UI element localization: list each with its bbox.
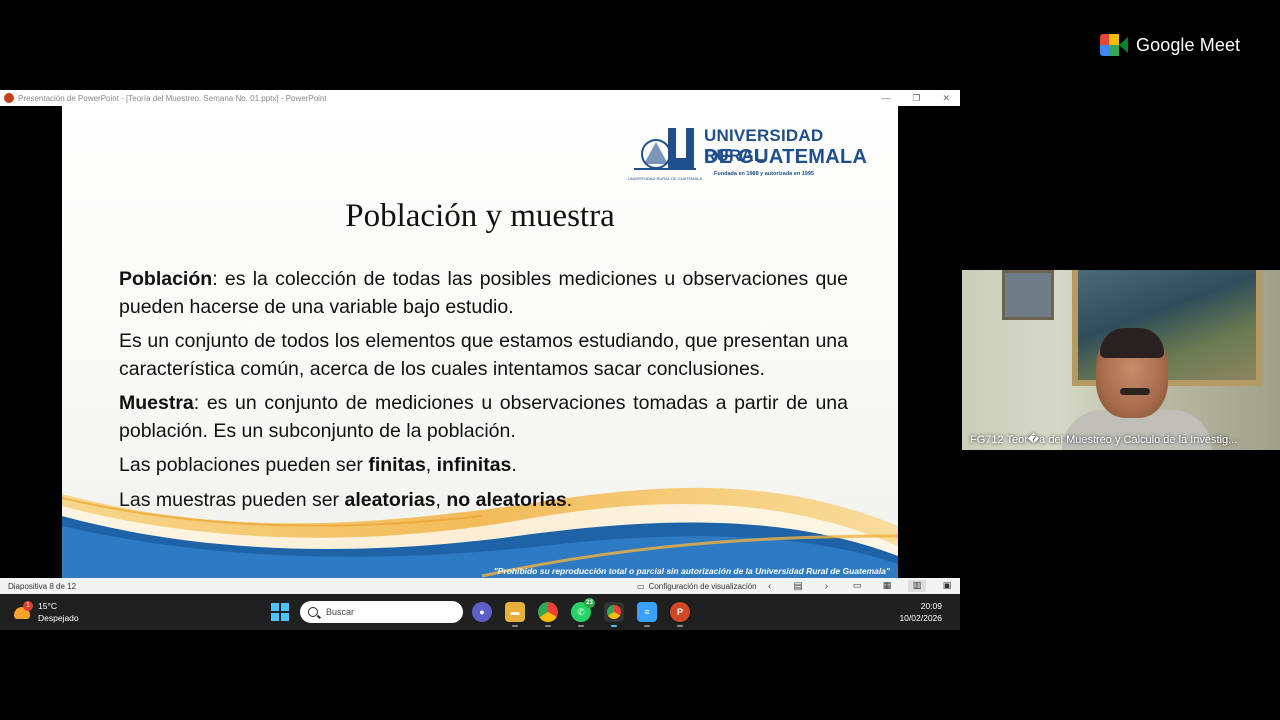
monitor-icon: ▭ [637, 581, 645, 591]
weather-condition: Despejado [38, 613, 79, 623]
google-meet-label: Google Meet [1136, 34, 1241, 55]
next-slide-icon[interactable]: › [825, 581, 828, 592]
wall-picture [1002, 270, 1054, 320]
notepad-icon[interactable]: ≡ [637, 602, 657, 627]
close-icon[interactable]: ✕ [942, 93, 950, 104]
term-no-aleatorias: no aleatorias [446, 488, 567, 511]
poblacion-definition: : es la colección de todas las posibles … [119, 268, 848, 318]
window-title: Presentación de PowerPoint - [Teoría del… [18, 93, 327, 103]
slide-counter: Diapositiva 8 de 12 [8, 581, 77, 591]
slide-area: UNIVERSIDAD RURAL DE GUATEMALA Fundada e… [0, 106, 960, 578]
paragraph-poblaciones-tipos: Las poblaciones pueden ser finitas, infi… [119, 452, 848, 480]
shared-screen: Presentación de PowerPoint - [Teoría del… [0, 90, 960, 630]
search-placeholder: Buscar [326, 607, 355, 617]
participant-tile[interactable]: FG712 Teor�a del Muestreo y Calculo de l… [962, 270, 1280, 450]
paragraph-muestras-tipos: Las muestras pueden ser aleatorias, no a… [119, 487, 848, 515]
participant-mustache [1120, 388, 1150, 395]
term-infinitas: infinitas [436, 454, 512, 476]
clock-date: 10/02/2026 [899, 613, 942, 623]
poblaciones-end: . [511, 454, 517, 476]
paragraph-conjunto: Es un conjunto de todos los elementos qu… [119, 330, 848, 380]
powerpoint-taskbar-icon[interactable]: P [670, 602, 690, 627]
muestras-end: . [566, 488, 573, 511]
slide: UNIVERSIDAD RURAL DE GUATEMALA Fundada e… [62, 106, 898, 578]
taskbar-clock[interactable]: 20:09 10/02/2026 [899, 600, 942, 624]
powerpoint-statusbar: Diapositiva 8 de 12 ▭ Configuración de v… [0, 578, 960, 594]
clock-time: 20:09 [920, 601, 942, 611]
chrome-icon[interactable] [538, 602, 558, 627]
file-explorer-icon[interactable]: ▬ [505, 602, 525, 627]
participant-name: FG712 Teor�a del Muestreo y Calculo de l… [970, 434, 1238, 446]
search-icon [308, 607, 318, 617]
term-poblacion: Población [119, 268, 213, 290]
paragraph-poblacion: Población: es la colección de todas las … [119, 266, 848, 321]
taskbar-search-box[interactable]: Buscar [300, 601, 463, 623]
muestra-definition: : es un conjunto de mediciones u observa… [119, 392, 848, 442]
slide-title: Población y muestra [345, 198, 615, 234]
muestras-sep: , [435, 488, 447, 511]
term-finitas: finitas [368, 454, 426, 476]
whatsapp-badge: 23 [584, 598, 595, 608]
start-button-icon[interactable] [271, 603, 289, 621]
muestras-prefix: Las muestras pueden ser [119, 488, 345, 511]
google-meet-logo-icon [1100, 34, 1128, 56]
display-settings-button[interactable]: ▭ Configuración de visualización [637, 582, 757, 591]
university-tagline: Fundada en 1988 y autorizada en 1995 [714, 171, 814, 177]
slide-sorter-icon[interactable]: ▦ [878, 580, 896, 592]
poblaciones-prefix: Las poblaciones pueden ser [119, 454, 369, 476]
powerpoint-titlebar: Presentación de PowerPoint - [Teoría del… [0, 90, 960, 106]
whatsapp-icon[interactable]: ✆ 23 [571, 598, 595, 627]
reading-view-icon[interactable]: ▥ [908, 580, 926, 592]
minimize-icon[interactable]: — [881, 93, 890, 103]
previous-slide-icon[interactable]: ‹ [768, 581, 771, 592]
slide-body: Población: es la colección de todas las … [119, 266, 848, 521]
powerpoint-icon [4, 93, 14, 103]
slide-menu-icon[interactable]: ▤ [793, 581, 802, 592]
weather-temperature: 15°C [38, 601, 57, 611]
screen: Google Meet Presentación de PowerPoint -… [0, 0, 1280, 720]
university-crest-icon [634, 128, 696, 170]
weather-sun-icon: 1 [14, 601, 33, 621]
university-logo: UNIVERSIDAD RURAL DE GUATEMALA Fundada e… [628, 124, 868, 181]
teams-app-icon[interactable]: ● [472, 602, 492, 622]
google-meet-brand: Google Meet [1100, 34, 1240, 56]
slide-footer-notice: "Prohibido su reproducción total o parci… [493, 566, 890, 576]
weather-badge: 1 [23, 601, 33, 611]
weather-widget[interactable]: 1 15°C Despejado [14, 600, 79, 624]
chrome-profile-icon[interactable] [604, 602, 624, 627]
normal-view-icon[interactable]: ▭ [848, 580, 866, 592]
poblaciones-sep: , [425, 454, 437, 476]
restore-icon[interactable]: ❐ [912, 93, 920, 104]
windows-taskbar: 1 15°C Despejado Buscar ● ▬ ✆ 23 ≡ P 20:0… [0, 594, 960, 630]
university-name-line2: DE GUATEMALA [704, 146, 868, 168]
slideshow-view-icon[interactable]: ▣ [938, 580, 956, 592]
term-aleatorias: aleatorias [344, 488, 436, 511]
term-muestra: Muestra [119, 392, 194, 414]
display-settings-label: Configuración de visualización [648, 581, 757, 591]
participant-hair [1100, 328, 1164, 358]
paragraph-muestra: Muestra: es un conjunto de mediciones u … [119, 390, 848, 445]
university-crest-text: UNIVERSIDAD RURAL DE GUATEMALA [628, 176, 703, 181]
